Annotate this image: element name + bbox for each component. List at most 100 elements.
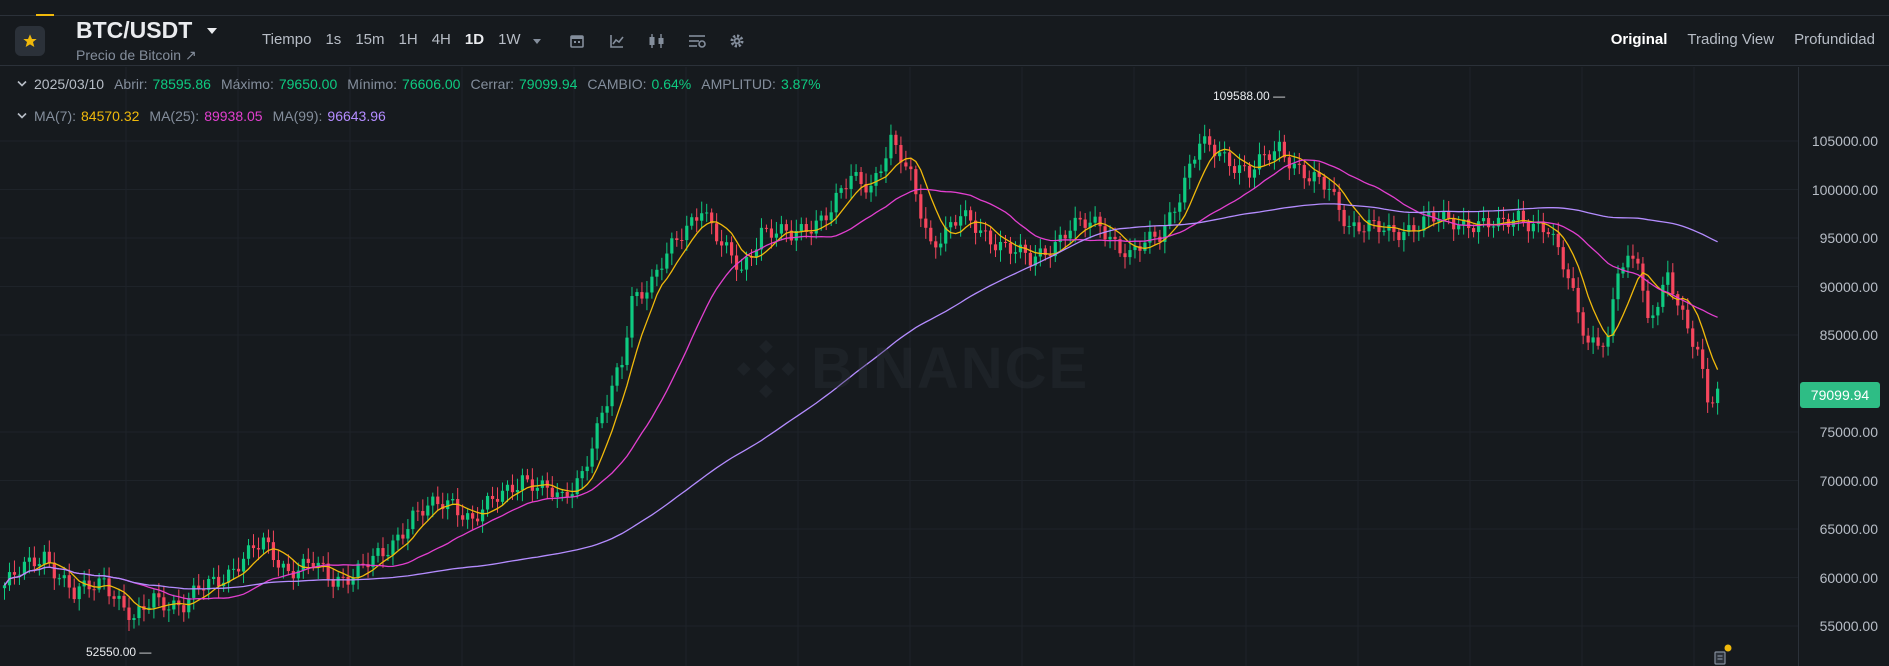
candle-body bbox=[799, 224, 803, 231]
candle-body bbox=[515, 489, 520, 493]
candle-body bbox=[535, 487, 539, 491]
candle-body bbox=[281, 563, 285, 568]
candle-body bbox=[1397, 232, 1401, 241]
candle-body bbox=[844, 188, 848, 190]
candle-body bbox=[1716, 388, 1720, 404]
corner-widget-button[interactable] bbox=[1711, 644, 1733, 666]
caret-down-icon[interactable] bbox=[206, 26, 218, 36]
candle-body bbox=[784, 224, 788, 231]
candle-body bbox=[1711, 402, 1715, 404]
price-tick-label: 85000.00 bbox=[1819, 327, 1878, 343]
interval-1s[interactable]: 1s bbox=[325, 31, 341, 48]
candle-body bbox=[665, 253, 669, 269]
candle-body bbox=[1526, 222, 1530, 232]
view-depth[interactable]: Profundidad bbox=[1794, 31, 1875, 48]
candle-body bbox=[769, 228, 774, 238]
candle-body bbox=[939, 243, 943, 248]
candle-body bbox=[685, 225, 689, 241]
candle-body bbox=[241, 558, 246, 572]
last-price-tag: 79099.94 bbox=[1800, 382, 1880, 408]
interval-15m[interactable]: 15m bbox=[355, 31, 384, 48]
candle-body bbox=[1307, 178, 1311, 182]
candle-body bbox=[1292, 163, 1296, 169]
candle-body bbox=[1651, 315, 1655, 318]
high-value: 79650.00 bbox=[278, 76, 338, 92]
candle-body bbox=[779, 224, 783, 234]
interval-4h[interactable]: 4H bbox=[432, 31, 451, 48]
candle-body bbox=[705, 212, 709, 214]
candle-body bbox=[1218, 152, 1222, 157]
candle-body bbox=[1606, 335, 1610, 347]
amplitude-value: 3.87% bbox=[780, 76, 821, 92]
price-tick-label: 75000.00 bbox=[1819, 424, 1878, 440]
collapse-ohlc-button[interactable] bbox=[15, 77, 29, 91]
candle-body bbox=[1476, 221, 1481, 233]
calendar-icon bbox=[570, 35, 584, 48]
candle-body bbox=[62, 575, 66, 579]
candle-body bbox=[1646, 290, 1650, 318]
template-button[interactable] bbox=[686, 30, 708, 52]
settings-button[interactable] bbox=[726, 30, 748, 52]
candle-body bbox=[560, 491, 564, 493]
candle-body bbox=[605, 406, 609, 413]
candle-body bbox=[1312, 172, 1316, 182]
price-tick-label: 65000.00 bbox=[1819, 521, 1878, 537]
candle-body bbox=[1596, 337, 1600, 346]
indicators-button[interactable] bbox=[606, 30, 628, 52]
candle-body bbox=[162, 597, 166, 611]
candle-body bbox=[1501, 217, 1506, 220]
price-tick-label: 105000.00 bbox=[1811, 133, 1878, 149]
chevron-down-icon bbox=[17, 80, 27, 87]
interval-1w[interactable]: 1W bbox=[498, 31, 521, 48]
candle-body bbox=[675, 238, 679, 240]
price-tick-label: 95000.00 bbox=[1819, 230, 1878, 246]
candle-body bbox=[1227, 152, 1232, 167]
candle-body bbox=[1178, 202, 1182, 212]
candle-body bbox=[590, 448, 594, 467]
candle-body bbox=[585, 466, 589, 472]
candle-body bbox=[1586, 335, 1590, 343]
candle-body bbox=[212, 576, 216, 579]
candle-body bbox=[1491, 226, 1496, 228]
candle-body bbox=[555, 492, 559, 498]
candle-body bbox=[1198, 143, 1202, 160]
interval-1h[interactable]: 1H bbox=[399, 31, 418, 48]
candle-body bbox=[421, 511, 425, 516]
candle-body bbox=[630, 296, 634, 338]
symbol-name[interactable]: BTC/USDT bbox=[76, 17, 192, 44]
candle-style-button[interactable] bbox=[646, 30, 668, 52]
interval-1d[interactable]: 1D bbox=[465, 31, 484, 48]
candle-body bbox=[934, 241, 938, 248]
view-trading-view[interactable]: Trading View bbox=[1687, 31, 1774, 48]
candle-body bbox=[645, 292, 649, 299]
candle-body bbox=[1123, 253, 1127, 258]
interval-time[interactable]: Tiempo bbox=[262, 31, 311, 48]
candle-body bbox=[879, 171, 883, 174]
candle-body bbox=[739, 269, 744, 271]
calendar-button[interactable] bbox=[566, 30, 588, 52]
candle-body bbox=[341, 576, 345, 578]
candle-body bbox=[640, 292, 644, 299]
symbol-subtitle-link[interactable]: Precio de Bitcoin ↗ bbox=[76, 47, 197, 64]
candle-body bbox=[466, 513, 470, 520]
candle-body bbox=[1546, 232, 1550, 235]
candle-body bbox=[819, 215, 823, 221]
candle-body bbox=[1696, 346, 1700, 350]
candle-body bbox=[1516, 210, 1521, 220]
candle-body bbox=[1566, 269, 1570, 279]
candle-body bbox=[1058, 234, 1062, 243]
ma7-label: MA(7): bbox=[34, 108, 76, 124]
candle-body bbox=[774, 233, 778, 238]
collapse-ma-button[interactable] bbox=[15, 109, 29, 123]
view-original[interactable]: Original bbox=[1611, 31, 1668, 48]
candle-body bbox=[889, 134, 893, 159]
candle-body bbox=[47, 551, 51, 563]
candle-body bbox=[1153, 231, 1157, 237]
candle-body bbox=[1352, 222, 1356, 227]
max-price-value: 109588.00 bbox=[1213, 89, 1270, 103]
candle-body bbox=[391, 540, 395, 555]
more-intervals-button[interactable] bbox=[526, 30, 548, 52]
candle-body bbox=[1013, 252, 1018, 254]
favorite-button[interactable] bbox=[15, 26, 45, 56]
candle-body bbox=[117, 595, 121, 599]
